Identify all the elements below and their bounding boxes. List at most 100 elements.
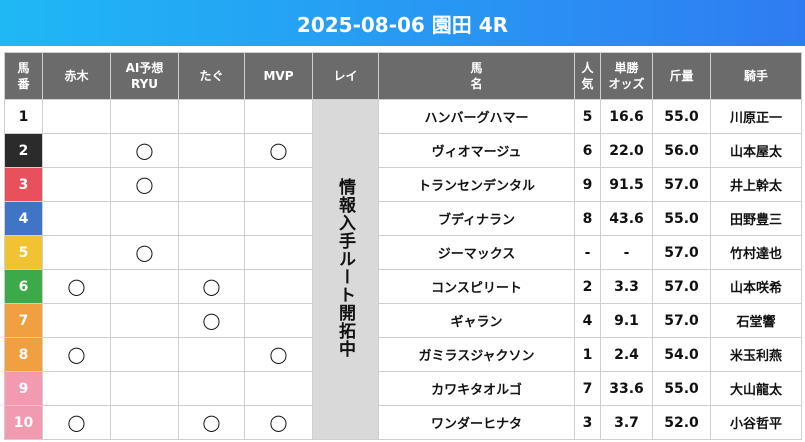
popularity: 8 — [574, 201, 601, 236]
horse-name: ハンバーグハマー — [378, 99, 575, 134]
table-row: 6 ◯ ◯ コンスピリート 2 3.3 57.0 山本咲希 — [4, 269, 802, 304]
horse-name: ガミラスジャクソン — [378, 337, 575, 372]
mark-mvp — [244, 99, 313, 134]
mark-ai — [110, 371, 179, 406]
mark-akagi — [42, 371, 111, 406]
table-header-row: 馬番 赤木 AI予想 RYU たぐ MVP レイ 馬名 人気 単勝 オッズ 斤量 騎… — [4, 52, 802, 100]
mark-akagi: ◯ — [42, 405, 111, 440]
horse-number: 7 — [4, 303, 43, 338]
jockey-name: 大山龍太 — [710, 371, 802, 406]
popularity: 7 — [574, 371, 601, 406]
rei-note-cell: 情報入手ルート開拓中 — [312, 99, 379, 440]
win-odds: 2.4 — [600, 337, 653, 372]
horse-name: コンスピリート — [378, 269, 575, 304]
popularity: 2 — [574, 269, 601, 304]
mark-ai — [110, 269, 179, 304]
mark-akagi: ◯ — [42, 337, 111, 372]
table-row: 9 カワキタオルゴ 7 33.6 55.0 大山龍太 — [4, 371, 802, 406]
jockey-name: 川原正一 — [710, 99, 802, 134]
win-odds: 3.7 — [600, 405, 653, 440]
horse-number: 10 — [4, 405, 43, 440]
horse-number: 9 — [4, 371, 43, 406]
rei-note: 情報入手ルート開拓中 — [335, 177, 355, 358]
horse-number: 1 — [4, 99, 43, 134]
jockey-name: 石堂響 — [710, 303, 802, 338]
mark-akagi — [42, 167, 111, 202]
weight: 56.0 — [652, 133, 711, 168]
horse-name: カワキタオルゴ — [378, 371, 575, 406]
mark-mvp — [244, 201, 313, 236]
weight: 55.0 — [652, 201, 711, 236]
weight: 57.0 — [652, 303, 711, 338]
jockey-name: 小谷哲平 — [710, 405, 802, 440]
mark-akagi — [42, 201, 111, 236]
popularity: 1 — [574, 337, 601, 372]
header-ninki: 人気 — [574, 52, 601, 100]
popularity: - — [574, 235, 601, 270]
mark-tagu — [178, 99, 245, 134]
mark-akagi: ◯ — [42, 269, 111, 304]
horse-number: 2 — [4, 133, 43, 168]
header-akagi: 赤木 — [42, 52, 111, 100]
horse-name: トランセンデンタル — [378, 167, 575, 202]
popularity: 3 — [574, 405, 601, 440]
mark-akagi — [42, 303, 111, 338]
table-row: 8 ◯ ◯ ガミラスジャクソン 1 2.4 54.0 米玉利燕 — [4, 337, 802, 372]
win-odds: 3.3 — [600, 269, 653, 304]
win-odds: 22.0 — [600, 133, 653, 168]
mark-ai: ◯ — [110, 133, 179, 168]
mark-akagi — [42, 99, 111, 134]
jockey-name: 田野豊三 — [710, 201, 802, 236]
header-mvp: MVP — [244, 52, 313, 100]
mark-mvp: ◯ — [244, 337, 313, 372]
mark-mvp — [244, 269, 313, 304]
horse-number: 8 — [4, 337, 43, 372]
popularity: 5 — [574, 99, 601, 134]
win-odds: 91.5 — [600, 167, 653, 202]
popularity: 4 — [574, 303, 601, 338]
mark-tagu — [178, 371, 245, 406]
horse-name: ギャラン — [378, 303, 575, 338]
mark-ai — [110, 99, 179, 134]
mark-mvp — [244, 167, 313, 202]
horse-number: 5 — [4, 235, 43, 270]
race-title: 2025-08-06 園田 4R — [0, 0, 805, 46]
header-jockey: 騎手 — [710, 52, 802, 100]
header-umaban: 馬番 — [4, 52, 43, 100]
horse-name: ブディナラン — [378, 201, 575, 236]
weight: 57.0 — [652, 269, 711, 304]
table-row: 2 ◯ ◯ ヴィオマージュ 6 22.0 56.0 山本屋太 — [4, 133, 802, 168]
mark-tagu: ◯ — [178, 269, 245, 304]
mark-tagu — [178, 337, 245, 372]
mark-ai — [110, 405, 179, 440]
win-odds: 43.6 — [600, 201, 653, 236]
win-odds: 33.6 — [600, 371, 653, 406]
jockey-name: 竹村達也 — [710, 235, 802, 270]
horse-name: ワンダーヒナタ — [378, 405, 575, 440]
mark-ai — [110, 337, 179, 372]
mark-tagu — [178, 133, 245, 168]
weight: 55.0 — [652, 99, 711, 134]
table-row: 3 ◯ トランセンデンタル 9 91.5 57.0 井上幹太 — [4, 167, 802, 202]
mark-ai — [110, 303, 179, 338]
mark-tagu: ◯ — [178, 303, 245, 338]
horse-name: ジーマックス — [378, 235, 575, 270]
header-horse: 馬名 — [378, 52, 575, 100]
weight: 54.0 — [652, 337, 711, 372]
mark-ai: ◯ — [110, 167, 179, 202]
mark-ai: ◯ — [110, 235, 179, 270]
mark-akagi — [42, 235, 111, 270]
mark-mvp — [244, 235, 313, 270]
table-row: 7 ◯ ギャラン 4 9.1 57.0 石堂響 — [4, 303, 802, 338]
jockey-name: 井上幹太 — [710, 167, 802, 202]
win-odds: 9.1 — [600, 303, 653, 338]
jockey-name: 山本屋太 — [710, 133, 802, 168]
popularity: 9 — [574, 167, 601, 202]
mark-tagu — [178, 201, 245, 236]
mark-akagi — [42, 133, 111, 168]
header-tagu: たぐ — [178, 52, 245, 100]
table-row: 10 ◯ ◯ ◯ ワンダーヒナタ 3 3.7 52.0 小谷哲平 — [4, 405, 802, 440]
header-odds: 単勝 オッズ — [600, 52, 653, 100]
mark-mvp — [244, 303, 313, 338]
weight: 55.0 — [652, 371, 711, 406]
